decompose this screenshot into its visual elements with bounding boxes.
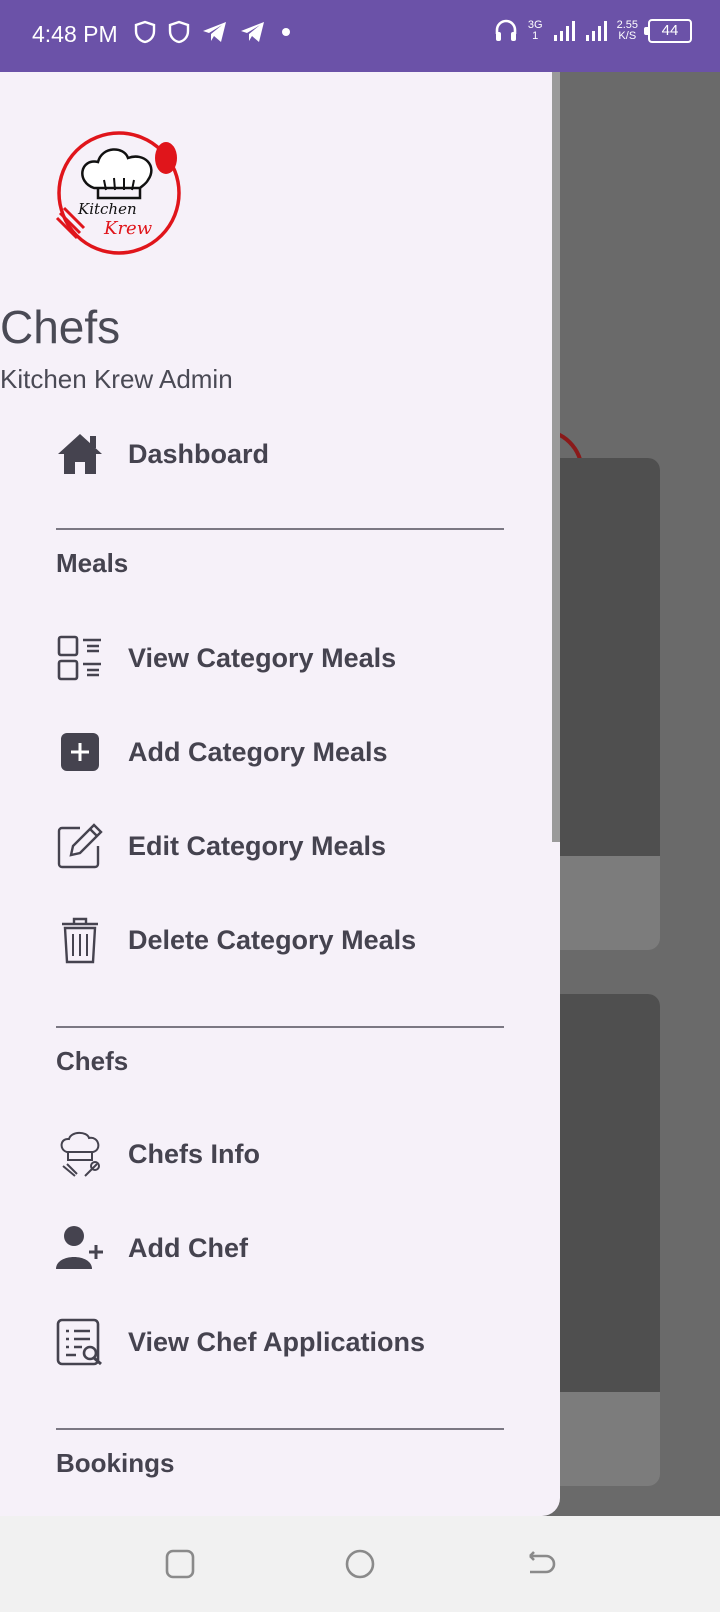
divider (56, 528, 504, 530)
kitchen-krew-logo: Kitchen Krew (55, 131, 181, 255)
status-time: 4:48 PM (32, 21, 118, 47)
menu-item-label: Delete Category Meals (128, 924, 417, 955)
menu-item-delete-category-meals[interactable]: Delete Category Meals (56, 910, 416, 970)
applications-search-icon (56, 1318, 104, 1366)
menu-item-add-chef[interactable]: Add Chef (56, 1218, 248, 1278)
network-type: 3G 1 (528, 20, 543, 42)
menu-item-label: Chefs Info (128, 1138, 260, 1169)
scrollbar[interactable] (552, 72, 560, 842)
section-header-chefs: Chefs (56, 1046, 129, 1076)
battery-icon: 44 (644, 19, 692, 43)
shield-icon (168, 20, 190, 44)
shield-icon (134, 20, 156, 44)
menu-item-label: View Chef Applications (128, 1326, 426, 1357)
edit-icon (56, 822, 104, 870)
telegram-icon (241, 22, 264, 42)
menu-item-view-category-meals[interactable]: View Category Meals (56, 628, 396, 688)
section-header-meals: Meals (56, 548, 129, 578)
dot-icon (282, 28, 290, 36)
status-system-icons: 3G 1 2.55 K/S 44 (494, 18, 692, 44)
headset-icon (495, 19, 517, 41)
home-icon (56, 430, 104, 478)
divider (56, 1026, 504, 1028)
add-box-icon (56, 728, 104, 776)
menu-item-label: Edit Category Meals (128, 830, 387, 861)
network-speed: 2.55 K/S (617, 20, 638, 42)
status-bar: 4:48 PM 3G 1 2.55 K/S 44 (0, 0, 720, 72)
logo-text-kitchen: Kitchen (77, 200, 137, 218)
menu-item-chefs-info[interactable]: Chefs Info (56, 1124, 260, 1184)
add-person-icon (56, 1224, 104, 1272)
menu-item-add-category-meals[interactable]: Add Category Meals (56, 722, 388, 782)
menu-item-edit-category-meals[interactable]: Edit Category Meals (56, 816, 386, 876)
recents-button-icon[interactable] (164, 1548, 196, 1580)
telegram-icon (203, 22, 226, 42)
logo-text-krew: Krew (103, 218, 153, 239)
chef-hat-icon (56, 1130, 104, 1178)
divider (56, 1428, 504, 1430)
network-sim-label: 1 (532, 30, 539, 42)
signal-icon (553, 21, 575, 41)
section-header-bookings: Bookings (56, 1448, 175, 1478)
menu-item-label: Dashboard (128, 438, 270, 469)
status-notification-icons (134, 20, 294, 44)
signal-icon (585, 21, 607, 41)
menu-item-label: Add Category Meals (128, 736, 388, 767)
trash-icon (56, 916, 104, 964)
back-button-icon[interactable] (524, 1548, 556, 1580)
menu-item-view-chef-applications[interactable]: View Chef Applications (56, 1312, 425, 1372)
drawer-title: Chefs (0, 301, 121, 353)
home-button-icon[interactable] (344, 1548, 376, 1580)
drawer-subtitle: Kitchen Krew Admin (0, 364, 233, 394)
menu-item-label: View Category Meals (128, 642, 397, 673)
speed-unit: K/S (618, 30, 637, 42)
system-navigation-bar (0, 1516, 720, 1612)
menu-item-dashboard[interactable]: Dashboard (56, 424, 269, 484)
menu-item-label: Add Chef (128, 1232, 248, 1263)
view-list-icon (56, 634, 104, 682)
navigation-drawer: Kitchen Krew Chefs Kitchen Krew Admin Da… (0, 72, 560, 1516)
